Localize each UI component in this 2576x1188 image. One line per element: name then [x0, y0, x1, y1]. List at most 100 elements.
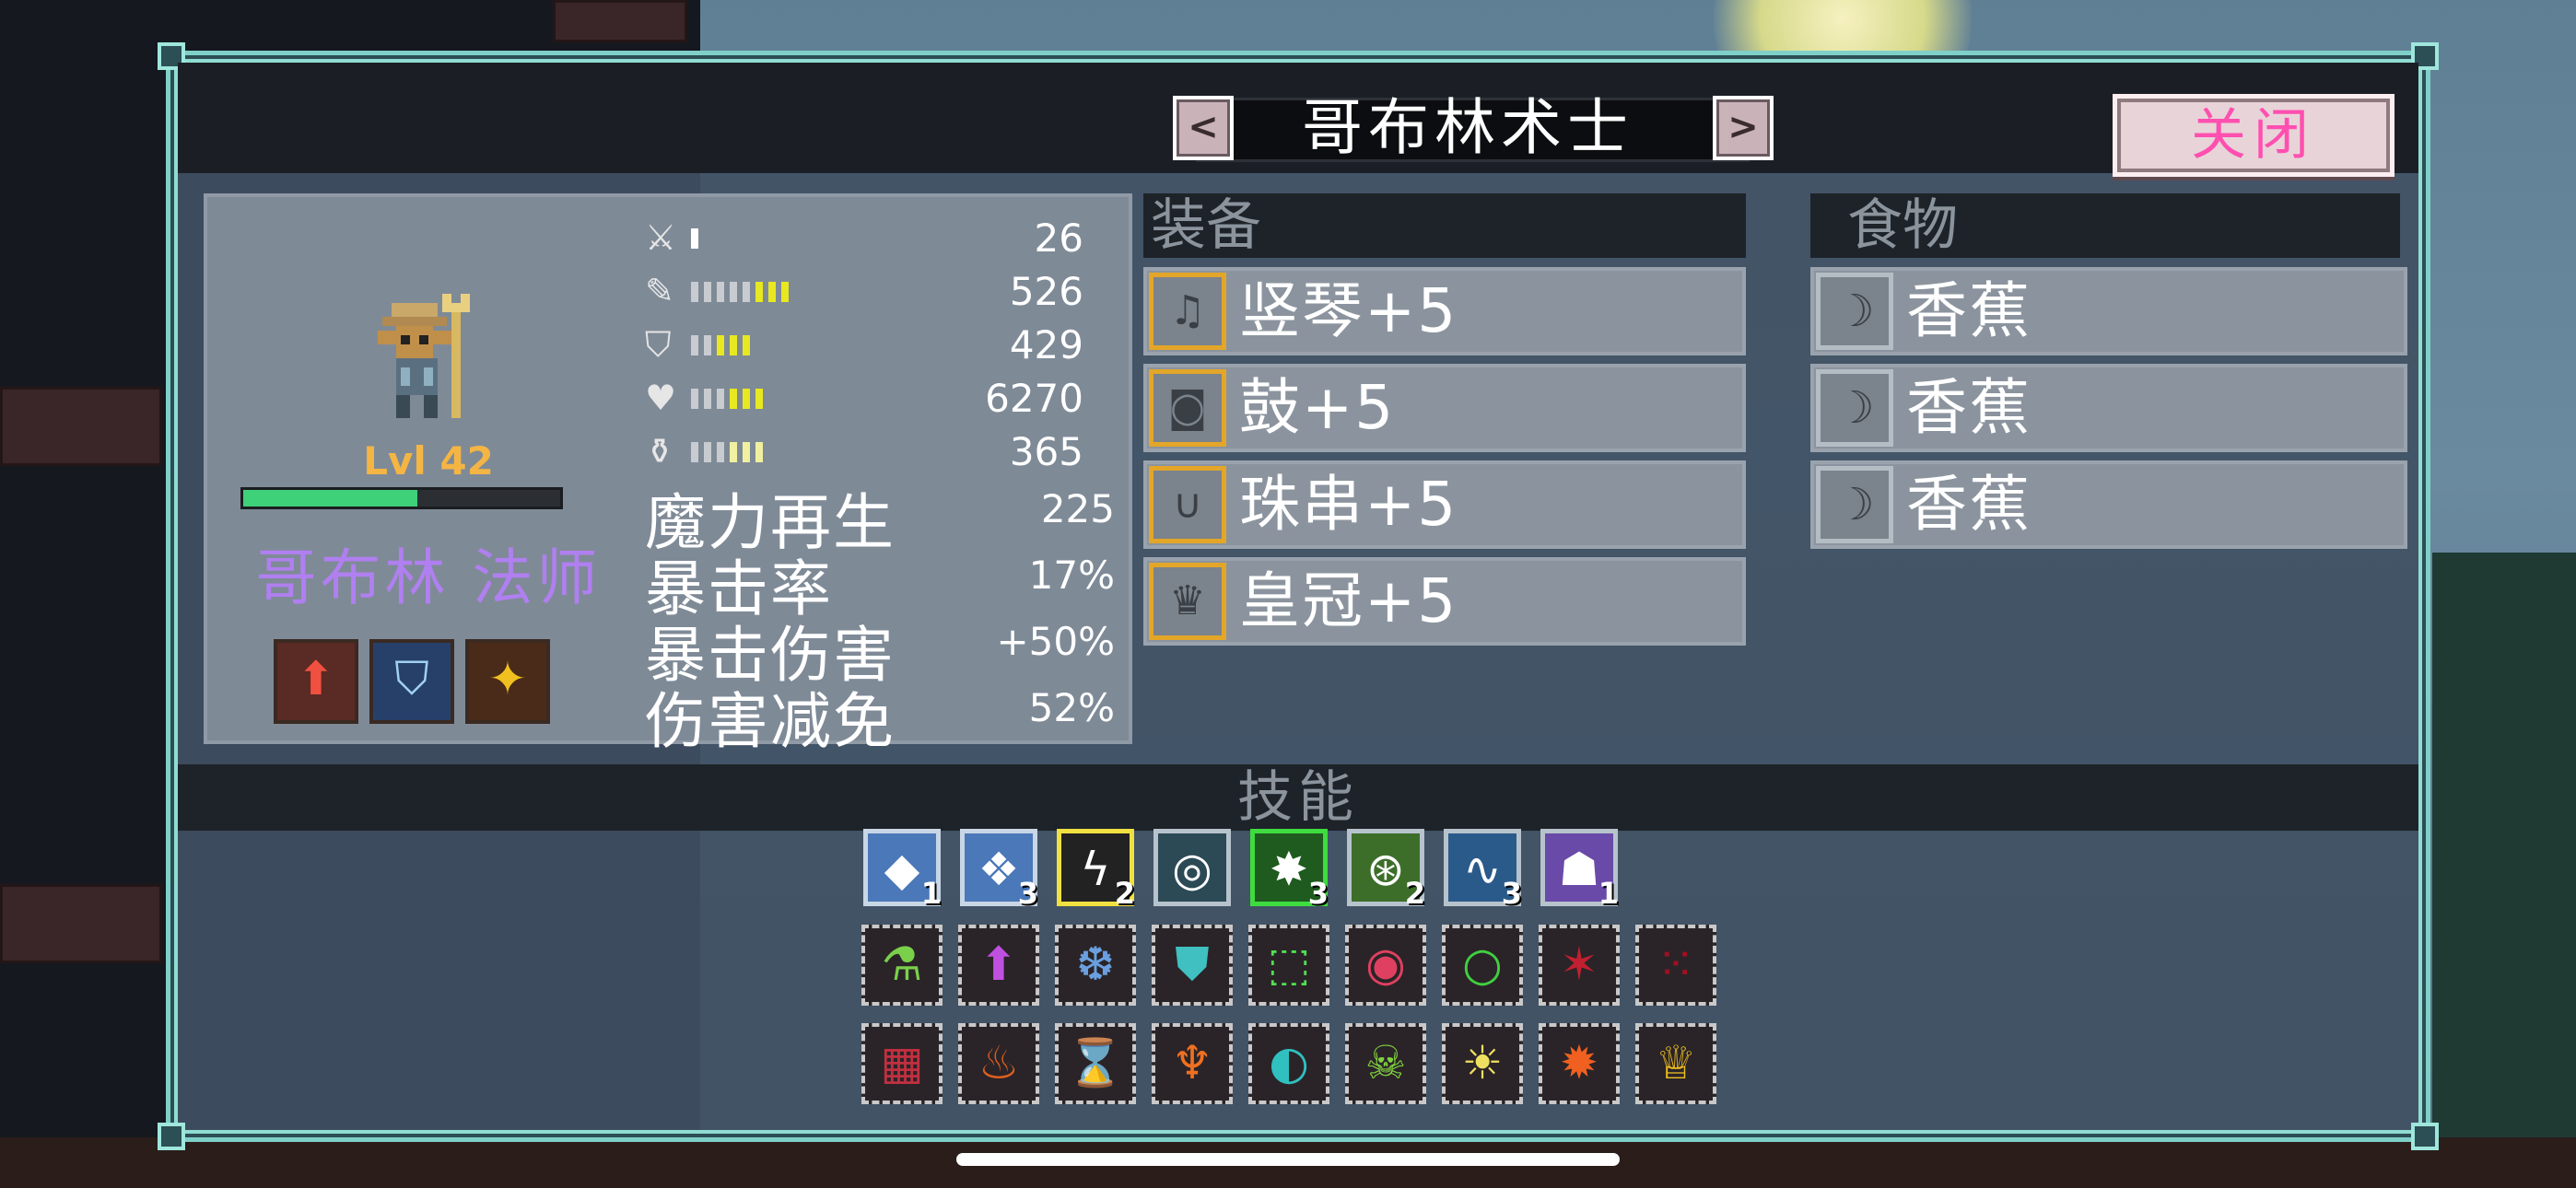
stat-row: ⚱ 365 — [645, 427, 1124, 475]
hourglass-passive-icon-glyph: ⌛ — [1066, 1036, 1125, 1089]
food-label: 香蕉 — [1906, 275, 2032, 346]
text-stat-label: 伤害减免 — [645, 686, 896, 757]
defense-shield-perk-icon[interactable]: ⛉ — [369, 639, 454, 724]
drum-icon: ◙ — [1149, 369, 1226, 447]
food-slot[interactable]: ☽ 香蕉 — [1810, 460, 2407, 549]
crowned-ring-passive-icon[interactable]: ♕ — [1635, 1023, 1716, 1104]
goblin-mage-sprite — [378, 294, 470, 418]
stat-value: 526 — [1009, 269, 1083, 314]
fire-orb-passive-icon-glyph: ✹ — [1560, 1036, 1598, 1089]
banana-icon-glyph: ☽ — [1834, 382, 1875, 434]
crown-icon: ♛ — [1149, 563, 1226, 640]
hero-class-name: 哥布林 法师 — [255, 542, 602, 613]
poison-cloud-skill-icon[interactable]: ✸ 3 — [1250, 829, 1329, 911]
fire-candles-passive-icon[interactable]: ♨ — [958, 1023, 1039, 1104]
banana-icon-glyph: ☽ — [1834, 479, 1875, 530]
mana-potion-up-passive-icon-glyph: ⬆ — [979, 938, 1018, 991]
food-label: 香蕉 — [1906, 469, 2032, 540]
ice-shard-skill-icon[interactable]: ◆ 1 — [863, 829, 942, 911]
blood-burst-passive-icon[interactable]: ✶ — [1539, 925, 1620, 1006]
stat-row: ⛉ 429 — [645, 320, 1124, 368]
stat-value: 26 — [1034, 215, 1083, 261]
food-slot[interactable]: ☽ 香蕉 — [1810, 364, 2407, 452]
equipment-label: 竖琴+5 — [1239, 275, 1458, 346]
red-dots-passive-icon-glyph: ⁙ — [1657, 938, 1695, 991]
panel-corner — [2411, 1123, 2439, 1150]
shield-glyph: ⛉ — [394, 652, 429, 705]
equipment-slot[interactable]: ◙ 鼓+5 — [1143, 364, 1746, 452]
cyan-vortex-passive-icon[interactable]: ◐ — [1248, 1023, 1329, 1104]
fire-orb-passive-icon[interactable]: ✹ — [1539, 1023, 1620, 1104]
star-glyph: ✦ — [488, 652, 527, 705]
banana-icon: ☽ — [1816, 273, 1893, 350]
fire-bat-passive-icon-glyph: ♆ — [1171, 1036, 1213, 1089]
home-indicator[interactable] — [956, 1153, 1620, 1166]
mana-shield-passive-icon[interactable]: ⛊ — [1152, 925, 1233, 1006]
toxic-orb-skill-icon[interactable]: ⊛ 2 — [1347, 829, 1425, 911]
skill-count: 2 — [1114, 876, 1135, 911]
ice-armor-passive-icon[interactable]: ❆ — [1055, 925, 1136, 1006]
attack-up-perk-icon[interactable]: ⬆ — [274, 639, 358, 724]
red-dots-passive-icon[interactable]: ⁙ — [1635, 925, 1716, 1006]
stat-bar — [691, 335, 755, 355]
lightbulb-passive-icon-glyph: ☀ — [1461, 1036, 1504, 1089]
heart-health-icon: ♥ — [645, 378, 677, 418]
text-stat-row: 暴击率 17% — [645, 540, 1124, 624]
lightning-skill-icon[interactable]: ϟ2 — [1057, 829, 1135, 911]
text-stat-row: 伤害减免 52% — [645, 672, 1124, 757]
food-slot[interactable]: ☽ 香蕉 — [1810, 267, 2407, 355]
red-gems-passive-icon[interactable]: ▦ — [861, 1023, 943, 1104]
next-character-button[interactable]: > — [1713, 96, 1774, 160]
green-target-passive-icon[interactable]: ⬚ — [1248, 925, 1329, 1006]
star-burst-perk-icon[interactable]: ✦ — [465, 639, 550, 724]
green-ring-passive-icon[interactable]: ○ — [1442, 925, 1523, 1006]
arcane-ring-skill-icon[interactable]: ◎ — [1153, 829, 1231, 906]
eye-orb-passive-icon[interactable]: ◉ — [1345, 925, 1426, 1006]
lightbulb-passive-icon[interactable]: ☀ — [1442, 1023, 1523, 1104]
harp-icon: ♫ — [1149, 273, 1226, 350]
ice-crystal-skill-icon[interactable]: ❖ 3 — [960, 829, 1038, 911]
skill-count: 1 — [920, 876, 942, 911]
skill-count: 3 — [1307, 876, 1329, 911]
panel-corner — [158, 1123, 185, 1150]
shield-defense-icon: ⛉ — [645, 324, 672, 365]
green-ring-passive-icon-glyph: ○ — [1462, 938, 1503, 991]
food-label: 香蕉 — [1906, 372, 2032, 443]
drum-icon-glyph: ◙ — [1167, 384, 1208, 431]
text-stat-row: 暴击伤害 +50% — [645, 606, 1124, 691]
arcane-ring-skill-icon-glyph: ◎ — [1172, 843, 1212, 896]
poison-flask-passive-icon[interactable]: ⚗ — [861, 925, 943, 1006]
stat-value: 429 — [1009, 322, 1083, 367]
water-wave-skill-icon[interactable]: ∿ 3 — [1444, 829, 1522, 911]
hero-level: Lvl 42 — [363, 438, 494, 483]
fire-bat-passive-icon[interactable]: ♆ — [1152, 1023, 1233, 1104]
skill-count: 3 — [1501, 876, 1522, 911]
fire-candles-passive-icon-glyph: ♨ — [978, 1036, 1020, 1089]
mana-shield-passive-icon-glyph: ⛊ — [1175, 938, 1210, 991]
equipment-slot[interactable]: ♛ 皇冠+5 — [1143, 557, 1746, 646]
skills-header-band: 技能 — [178, 764, 2418, 831]
character-title: 哥布林术士 — [1302, 92, 1633, 163]
character-panel: < 哥布林术士 > 关闭 Lvl 42 哥布林 法师 ⬆ ⛉ ✦ ⚔ 26 ✎ … — [158, 42, 2439, 1150]
hourglass-passive-icon[interactable]: ⌛ — [1055, 1023, 1136, 1104]
xp-progress-fill — [243, 490, 418, 507]
green-demon-passive-icon[interactable]: ☠ — [1345, 1023, 1426, 1104]
wall-brick — [0, 884, 162, 963]
red-gems-passive-icon-glyph: ▦ — [880, 1036, 924, 1089]
bead-necklace-icon-glyph: ∪ — [1172, 481, 1203, 528]
equipment-slot[interactable]: ∪ 珠串+5 — [1143, 460, 1746, 549]
mana-potion-up-passive-icon[interactable]: ⬆ — [958, 925, 1039, 1006]
eye-orb-passive-icon-glyph: ◉ — [1365, 938, 1406, 991]
stat-bar — [691, 282, 794, 302]
previous-character-button[interactable]: < — [1173, 96, 1234, 160]
xp-progress-bar — [240, 487, 563, 509]
shadow-beast-skill-icon[interactable]: ☗ 1 — [1540, 829, 1619, 911]
green-demon-passive-icon-glyph: ☠ — [1364, 1036, 1407, 1089]
food-header: 食物 — [1810, 193, 2400, 258]
attack-up-glyph: ⬆ — [297, 652, 335, 705]
close-button[interactable]: 关闭 — [2113, 94, 2395, 177]
bead-necklace-icon: ∪ — [1149, 466, 1226, 543]
banana-icon: ☽ — [1816, 369, 1893, 447]
skills-header: 技能 — [1237, 765, 1359, 830]
equipment-slot[interactable]: ♫ 竖琴+5 — [1143, 267, 1746, 355]
